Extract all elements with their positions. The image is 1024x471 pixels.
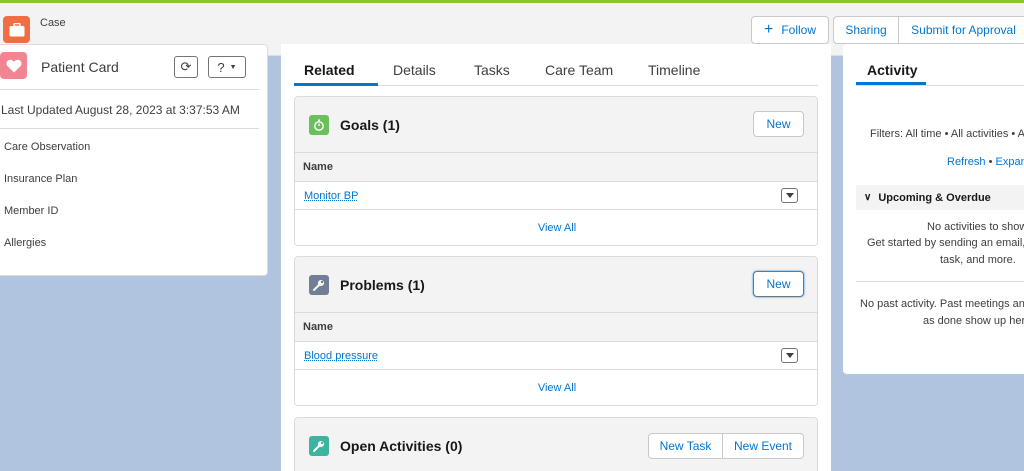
expand-all-link[interactable]: Expan <box>996 156 1024 168</box>
wrench-icon <box>309 436 329 456</box>
tab-care-team[interactable]: Care Team <box>545 62 613 78</box>
tab-details[interactable]: Details <box>393 62 436 78</box>
no-past-activity-text-2: as done show up her <box>923 315 1024 327</box>
object-type-label: Case <box>40 17 66 29</box>
problems-view-all-link[interactable]: View All <box>295 369 817 405</box>
problems-title: Problems (1) <box>340 277 425 293</box>
refresh-link[interactable]: Refresh <box>947 156 986 168</box>
activity-panel: Activity Filters: All time • All activit… <box>843 44 1024 374</box>
get-started-text: Get started by sending an email, <box>867 237 1024 249</box>
activity-links: Refresh • Expan <box>947 156 1024 168</box>
field-allergies: Allergies <box>4 237 47 249</box>
column-header-name[interactable]: Name <box>295 152 817 181</box>
row-actions-menu[interactable] <box>781 188 798 203</box>
tab-tasks[interactable]: Tasks <box>474 62 510 78</box>
patient-card-title: Patient Card <box>41 59 119 75</box>
upcoming-overdue-label: Upcoming & Overdue <box>878 191 991 204</box>
table-row: Blood pressure <box>295 341 817 369</box>
action-button-group: Sharing Submit for Approval <box>833 16 1024 44</box>
table-row: Monitor BP <box>295 181 817 209</box>
goals-view-all-link[interactable]: View All <box>295 209 817 245</box>
caret-down-icon: ▼ <box>229 63 237 71</box>
chevron-down-icon <box>785 353 794 358</box>
field-care-observation: Care Observation <box>4 141 91 153</box>
open-activities-title: Open Activities (0) <box>340 438 463 454</box>
get-started-text-2: task, and more. <box>940 254 1016 266</box>
problem-link[interactable]: Blood pressure <box>304 350 378 362</box>
new-event-button[interactable]: New Event <box>723 433 804 459</box>
refresh-button[interactable]: ⟳ <box>174 56 198 78</box>
chevron-down-icon: ∨ <box>864 192 872 203</box>
wrench-icon <box>309 275 329 295</box>
help-menu-button[interactable]: ? ▼ <box>208 56 246 78</box>
stopwatch-icon <box>309 115 329 135</box>
briefcase-icon <box>3 16 30 43</box>
submit-for-approval-button[interactable]: Submit for Approval <box>899 16 1024 44</box>
tab-related[interactable]: Related <box>304 62 355 78</box>
active-tab-indicator <box>294 83 378 86</box>
no-activities-text: No activities to show <box>927 221 1024 233</box>
no-past-activity-text: No past activity. Past meetings and <box>860 298 1024 310</box>
new-task-button[interactable]: New Task <box>648 433 723 459</box>
divider <box>0 128 259 129</box>
divider <box>0 89 259 90</box>
row-actions-menu[interactable] <box>781 348 798 363</box>
divider <box>856 85 1024 86</box>
new-problem-button[interactable]: New <box>753 271 804 297</box>
field-member-id: Member ID <box>4 205 59 217</box>
activity-filters-text[interactable]: Filters: All time • All activities • A <box>870 128 1024 140</box>
open-activities-related-list: Open Activities (0) New Task New Event <box>294 417 818 471</box>
patient-card: Patient Card ⟳ ? ▼ Last Updated August 2… <box>0 44 268 276</box>
related-panel: Related Details Tasks Care Team Timeline… <box>281 44 831 471</box>
heart-icon <box>0 52 27 79</box>
goals-title: Goals (1) <box>340 117 400 133</box>
column-header-name[interactable]: Name <box>295 312 817 341</box>
help-label: ? <box>217 59 225 75</box>
separator: • <box>988 156 993 168</box>
goals-related-list: Goals (1) New Name Monitor BP View All <box>294 96 818 246</box>
problems-related-list: Problems (1) New Name Blood pressure Vie… <box>294 256 818 406</box>
new-goal-button[interactable]: New <box>753 111 804 137</box>
follow-button[interactable]: + Follow <box>751 16 829 44</box>
tab-timeline[interactable]: Timeline <box>648 62 700 78</box>
refresh-icon: ⟳ <box>180 59 192 74</box>
last-updated-text: Last Updated August 28, 2023 at 3:37:53 … <box>1 103 240 117</box>
plus-icon: + <box>763 21 774 38</box>
divider <box>856 281 1024 282</box>
chevron-down-icon <box>785 193 794 198</box>
open-activities-actions: New Task New Event <box>648 433 804 459</box>
upcoming-overdue-section[interactable]: ∨ Upcoming & Overdue <box>856 185 1024 210</box>
tab-activity[interactable]: Activity <box>867 62 918 78</box>
tab-bar: Related Details Tasks Care Team Timeline <box>294 44 818 86</box>
field-insurance-plan: Insurance Plan <box>4 173 78 185</box>
follow-label: Follow <box>781 23 817 37</box>
sharing-button[interactable]: Sharing <box>833 16 899 44</box>
goal-link[interactable]: Monitor BP <box>304 190 358 202</box>
